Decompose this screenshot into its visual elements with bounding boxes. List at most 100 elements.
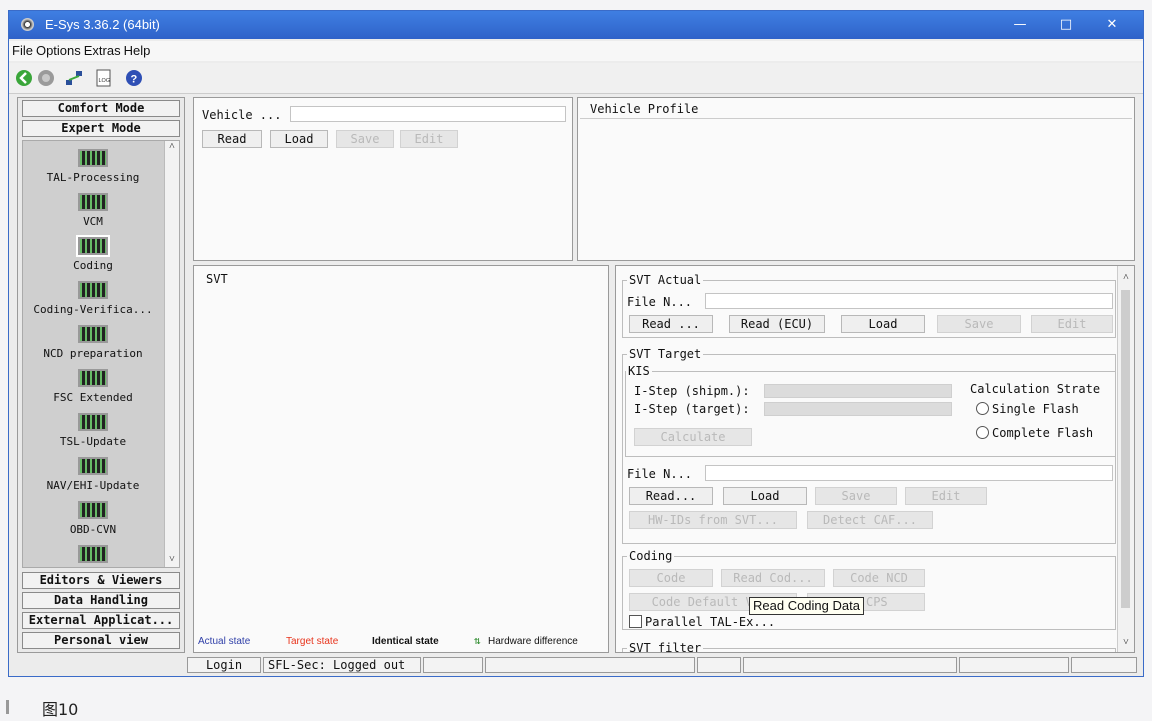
scroll-up-icon[interactable]: ˄ <box>1118 272 1134 283</box>
comfort-mode-button[interactable]: Comfort Mode <box>22 100 180 117</box>
menu-extras[interactable]: Extras <box>81 41 121 58</box>
fsc-extended-icon <box>78 369 108 387</box>
obd-cvn-icon <box>78 501 108 519</box>
coding-verification-icon <box>78 281 108 299</box>
connect-icon[interactable] <box>15 69 33 87</box>
svt-panel: SVT Actual state Target state Identical … <box>193 265 609 653</box>
menu-options[interactable]: Options <box>33 41 81 58</box>
vehicle-profile-panel: Vehicle Profile <box>577 97 1135 261</box>
window-title: E-Sys 3.36.2 (64bit) <box>45 17 160 32</box>
svt-actual-read-ecu-button[interactable]: Read (ECU) <box>729 315 825 333</box>
vehicle-field[interactable] <box>290 106 566 122</box>
single-flash-radio[interactable]: Single Flash <box>976 402 1079 416</box>
istep-target-label: I-Step (target): <box>634 402 750 416</box>
external-applications-button[interactable]: External Applicat... <box>22 612 180 629</box>
svt-actual-group: SVT Actual File N... Read ... Read (ECU)… <box>622 273 1116 338</box>
scroll-up-icon[interactable]: ˄ <box>165 141 179 152</box>
svt-target-read-button[interactable]: Read... <box>629 487 713 505</box>
sidebar-item-more[interactable] <box>23 545 163 563</box>
kis-title: KIS <box>626 364 652 378</box>
help-icon[interactable]: ? <box>125 69 143 87</box>
legend-target-state: Target state <box>286 636 339 647</box>
status-cell <box>697 657 741 673</box>
sidebar-item-coding-verification[interactable]: Coding-Verifica... <box>23 281 163 316</box>
legend-identical-state: Identical state <box>372 636 439 647</box>
svt-title: SVT <box>206 272 228 286</box>
parallel-tal-label: Parallel TAL-Ex... <box>645 615 776 629</box>
svt-target-file-field[interactable] <box>705 465 1113 481</box>
svt-actual-file-field[interactable] <box>705 293 1113 309</box>
svt-target-load-button[interactable]: Load <box>723 487 807 505</box>
code-button[interactable]: Code <box>629 569 713 587</box>
close-icon[interactable]: ✕ <box>1089 11 1135 39</box>
sidebar-item-fsc-extended[interactable]: FSC Extended <box>23 369 163 404</box>
divider <box>580 118 1132 119</box>
vehicle-save-button[interactable]: Save <box>336 130 394 148</box>
scroll-down-icon[interactable]: ˅ <box>1118 637 1134 648</box>
svt-target-group: SVT Target KIS I-Step (shipm.): I-Step (… <box>622 347 1116 544</box>
svt-actual-edit-button[interactable]: Edit <box>1031 315 1113 333</box>
sidebar-item-tal-processing[interactable]: TAL-Processing <box>23 149 163 184</box>
detect-caf-button[interactable]: Detect CAF... <box>807 511 933 529</box>
svt-actual-read-button[interactable]: Read ... <box>629 315 713 333</box>
log-icon[interactable]: LOG <box>95 69 113 87</box>
minimize-icon[interactable]: — <box>997 11 1043 39</box>
svt-actual-file-label: File N... <box>627 295 693 309</box>
complete-flash-label: Complete Flash <box>992 426 1094 440</box>
sidebar-item-coding[interactable]: Coding <box>23 235 163 272</box>
read-coding-button[interactable]: Read Cod... <box>721 569 825 587</box>
svt-target-title: SVT Target <box>627 347 704 361</box>
vehicle-read-button[interactable]: Read <box>202 130 262 148</box>
coding-icon <box>76 235 110 257</box>
expert-mode-button[interactable]: Expert Mode <box>22 120 180 137</box>
vehicle-edit-button[interactable]: Edit <box>400 130 458 148</box>
tsl-update-icon <box>78 413 108 431</box>
vehicle-label: Vehicle ... <box>202 108 282 122</box>
ncd-preparation-icon <box>78 325 108 343</box>
legend-actual-state: Actual state <box>198 636 251 647</box>
istep-shipm-select[interactable] <box>764 384 952 398</box>
svt-target-edit-button[interactable]: Edit <box>905 487 987 505</box>
svt-scrollbar[interactable]: ˄ ˅ <box>1117 266 1134 652</box>
personal-view-button[interactable]: Personal view <box>22 632 180 649</box>
istep-shipm-label: I-Step (shipm.): <box>634 384 750 398</box>
status-cell <box>423 657 483 673</box>
app-window: E-Sys 3.36.2 (64bit) — □ ✕ File Options Ex… <box>8 10 1144 677</box>
menu-bar: File Options Extras Help <box>9 41 1143 61</box>
disconnect-icon[interactable] <box>37 69 55 87</box>
maximize-icon[interactable]: □ <box>1043 11 1089 39</box>
caption-marker <box>6 700 9 714</box>
scroll-down-icon[interactable]: ˅ <box>165 554 179 565</box>
sidebar-scrollbar[interactable]: ˄ ˅ <box>164 141 179 567</box>
sidebar-item-tsl-update[interactable]: TSL-Update <box>23 413 163 448</box>
menu-help[interactable]: Help <box>121 41 151 58</box>
complete-flash-radio[interactable]: Complete Flash <box>976 426 1093 440</box>
sidebar-item-ncd-preparation[interactable]: NCD preparation <box>23 325 163 360</box>
vehicle-load-button[interactable]: Load <box>270 130 328 148</box>
svt-target-save-button[interactable]: Save <box>815 487 897 505</box>
sidebar-item-nav-ehi-update[interactable]: NAV/EHI-Update <box>23 457 163 492</box>
title-bar: E-Sys 3.36.2 (64bit) — □ ✕ <box>9 11 1143 39</box>
hw-ids-from-svt-button[interactable]: HW-IDs from SVT... <box>629 511 797 529</box>
menu-file[interactable]: File <box>9 41 33 58</box>
sidebar-item-obd-cvn[interactable]: OBD-CVN <box>23 501 163 536</box>
figure-caption: 图10 <box>42 700 79 719</box>
calculation-strategy-label: Calculation Strate <box>970 382 1101 396</box>
sidebar: Comfort Mode Expert Mode TAL-Processing … <box>17 97 185 653</box>
svt-actual-save-button[interactable]: Save <box>937 315 1021 333</box>
network-icon[interactable] <box>65 69 83 87</box>
scroll-thumb[interactable] <box>1121 290 1130 608</box>
svt-actual-load-button[interactable]: Load <box>841 315 925 333</box>
expert-mode-list: TAL-Processing VCM Coding Coding-Verific… <box>22 140 180 568</box>
login-button[interactable]: Login <box>187 657 261 673</box>
sidebar-item-vcm[interactable]: VCM <box>23 193 163 228</box>
istep-target-select[interactable] <box>764 402 952 416</box>
code-ncd-button[interactable]: Code NCD <box>833 569 925 587</box>
calculate-button[interactable]: Calculate <box>634 428 752 446</box>
editors-viewers-button[interactable]: Editors & Viewers <box>22 572 180 589</box>
parallel-tal-execution-checkbox[interactable]: Parallel TAL-Ex... <box>629 615 775 629</box>
data-handling-button[interactable]: Data Handling <box>22 592 180 609</box>
more-tool-icon <box>78 545 108 563</box>
svg-text:LOG: LOG <box>99 78 111 84</box>
legend-hardware-difference: Hardware difference <box>488 636 578 647</box>
